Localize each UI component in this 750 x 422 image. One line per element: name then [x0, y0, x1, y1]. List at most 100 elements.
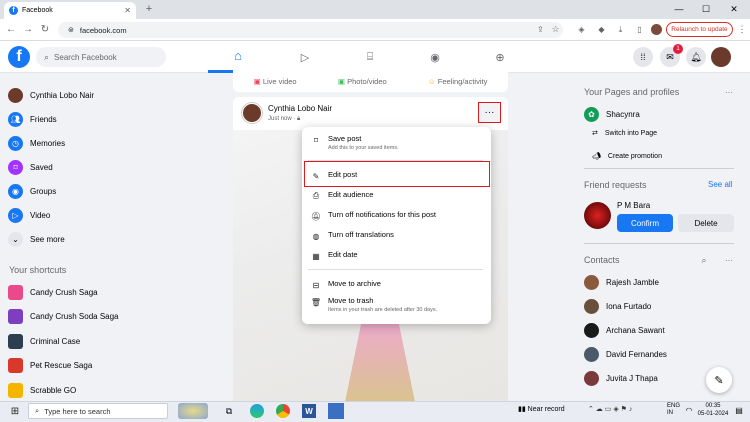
language-indicator[interactable]: ENG IN: [667, 403, 680, 417]
sidebar-item[interactable]: ▷ Video: [8, 204, 208, 226]
post-author[interactable]: Cynthia Lobo Nair: [268, 104, 332, 113]
weather-widget[interactable]: ▮▮ Near record: [518, 405, 565, 413]
relaunch-button[interactable]: Relaunch to update: [666, 22, 733, 37]
delete-button[interactable]: Delete: [678, 214, 734, 232]
taskbar-search[interactable]: ⌕ Type here to search: [28, 403, 168, 419]
contact-item[interactable]: David Fernandes: [584, 343, 667, 365]
minimize-icon[interactable]: —: [673, 2, 685, 16]
extension-icon[interactable]: ◈: [576, 24, 587, 35]
shortcut-item[interactable]: Scrabble GO: [8, 379, 208, 401]
clock-icon: ◷: [8, 135, 23, 151]
site-info-icon[interactable]: ⊜: [68, 26, 74, 34]
share-icon[interactable]: ⇪: [535, 24, 546, 35]
sidebar-item[interactable]: ⌄ See more: [8, 228, 208, 250]
maximize-icon[interactable]: ☐: [700, 2, 712, 16]
page-avatar: ✿: [584, 106, 599, 122]
sidebar-item[interactable]: Cynthia Lobo Nair: [8, 84, 208, 106]
extension-icon[interactable]: ◆: [596, 24, 607, 35]
right-divider: [584, 168, 734, 169]
sidebar-item[interactable]: ◷ Memories: [8, 132, 208, 154]
tab-close-icon[interactable]: ✕: [124, 6, 131, 15]
menu-edit-audience[interactable]: ⎙ Edit audience: [305, 190, 488, 201]
sidebar-item[interactable]: ◉ Groups: [8, 180, 208, 202]
sidebar-item[interactable]: 👥︎ Friends: [8, 108, 208, 130]
live-video-button[interactable]: ▣ Live video: [254, 77, 297, 86]
nav-video-tab[interactable]: ▷: [275, 41, 335, 73]
contact-item[interactable]: Rajesh Jamble: [584, 271, 659, 293]
facebook-favicon-icon: f: [9, 6, 18, 15]
edge-icon[interactable]: [250, 404, 264, 418]
shortcut-item[interactable]: Candy Crush Soda Saga: [8, 306, 208, 328]
clock-date: 05-01-2024: [697, 411, 729, 417]
contact-item[interactable]: Archana Sawant: [584, 319, 665, 341]
archive-icon: ⊟: [312, 280, 320, 290]
contact-avatar: [584, 370, 599, 386]
search-highlight-image[interactable]: [178, 403, 208, 419]
search-input[interactable]: ⌕ Search Facebook: [36, 47, 166, 67]
compose-icon: ✎: [714, 374, 724, 387]
facebook-logo[interactable]: f: [8, 46, 30, 68]
new-tab-button[interactable]: +: [143, 3, 155, 15]
photo-video-button[interactable]: ▣ Photo/video: [338, 77, 387, 86]
post-more-button[interactable]: ···: [478, 102, 501, 123]
word-icon[interactable]: W: [302, 404, 316, 418]
menu-move-to-archive[interactable]: ⊟ Move to archive: [305, 279, 488, 290]
more-dots-icon[interactable]: ···: [722, 86, 736, 98]
nav-home-tab[interactable]: ⌂: [208, 41, 268, 73]
sidebar-item[interactable]: ⌑ Saved: [8, 156, 208, 178]
contact-item[interactable]: Juvita J Thapa: [584, 367, 658, 389]
notification-center-icon[interactable]: ▤: [733, 404, 745, 416]
wifi-icon[interactable]: ◠: [683, 404, 695, 416]
star-icon[interactable]: ☆: [550, 24, 561, 35]
clock[interactable]: 00:35 05-01-2024: [697, 402, 729, 418]
menu-turn-off-translations[interactable]: ◍ Turn off translations: [305, 230, 488, 241]
system-tray-icons[interactable]: ⌃ ☁ ▭ ◈ ⚑ ♪: [588, 405, 632, 413]
nav-groups-tab[interactable]: ◉: [405, 41, 465, 73]
chrome-icon[interactable]: [276, 404, 290, 418]
contact-item[interactable]: Iona Furtado: [584, 295, 651, 317]
download-icon[interactable]: ⤓: [615, 24, 626, 35]
page-shacynra[interactable]: ✿ Shacynra: [584, 103, 640, 125]
side-panel-icon[interactable]: ▯: [634, 24, 645, 35]
close-window-icon[interactable]: ✕: [728, 2, 740, 16]
shortcut-item[interactable]: Pet Rescue Saga: [8, 355, 208, 377]
menu-grid-button[interactable]: ⁞⁞: [633, 47, 653, 67]
nav-gaming-tab[interactable]: ⊕: [470, 41, 530, 73]
more-dots-icon[interactable]: ···: [722, 254, 736, 266]
see-all-link[interactable]: See all: [708, 180, 732, 189]
profile-avatar[interactable]: [651, 24, 662, 35]
menu-move-to-trash[interactable]: 🗑︎ Move to trash Items in your trash are …: [305, 296, 488, 313]
menu-turn-off-notifications[interactable]: 🔕︎ Turn off notifications for this post: [305, 210, 488, 221]
create-promotion[interactable]: 📣︎ Create promotion: [592, 149, 662, 163]
post-author-avatar[interactable]: [242, 103, 262, 123]
requester-name[interactable]: P M Bara: [617, 201, 650, 210]
menu-dots-icon[interactable]: ⋮: [737, 23, 747, 36]
account-avatar[interactable]: [711, 47, 731, 67]
menu-divider: [308, 269, 483, 270]
weather-icon: ▮▮: [518, 406, 526, 413]
trash-label: Move to trash: [328, 296, 374, 305]
search-icon: ⌕: [35, 406, 40, 415]
task-view-icon[interactable]: ⧉: [222, 404, 236, 418]
shortcut-item[interactable]: Criminal Case: [8, 330, 208, 352]
switch-into-page[interactable]: ⇄ Switch into Page: [592, 126, 657, 140]
windows-start-icon[interactable]: ⊞: [8, 404, 22, 418]
edit-audience-label: Edit audience: [328, 190, 374, 199]
address-bar[interactable]: ⊜ facebook.com: [58, 22, 563, 38]
new-message-button[interactable]: ✎: [706, 367, 732, 393]
menu-edit-date[interactable]: ▦ Edit date: [305, 250, 488, 261]
menu-save-post[interactable]: ⌑ Save post Add this to your saved items.: [305, 134, 488, 151]
search-icon[interactable]: ⌕: [698, 254, 710, 266]
reload-icon[interactable]: ↻: [39, 23, 51, 36]
nav-marketplace-tab[interactable]: ⌸: [340, 41, 400, 73]
confirm-button[interactable]: Confirm: [617, 214, 673, 232]
requester-avatar[interactable]: [584, 202, 611, 229]
browser-tab[interactable]: f Facebook ✕: [4, 2, 136, 19]
shortcut-item[interactable]: Candy Crush Saga: [8, 281, 208, 303]
contact-avatar: [584, 274, 599, 290]
photos-icon[interactable]: [328, 403, 344, 419]
back-icon[interactable]: ←: [5, 23, 17, 36]
feeling-button[interactable]: ☺ Feeling/activity: [428, 77, 487, 86]
notifications-button[interactable]: 🔔︎: [686, 47, 706, 67]
forward-icon[interactable]: →: [22, 23, 34, 36]
